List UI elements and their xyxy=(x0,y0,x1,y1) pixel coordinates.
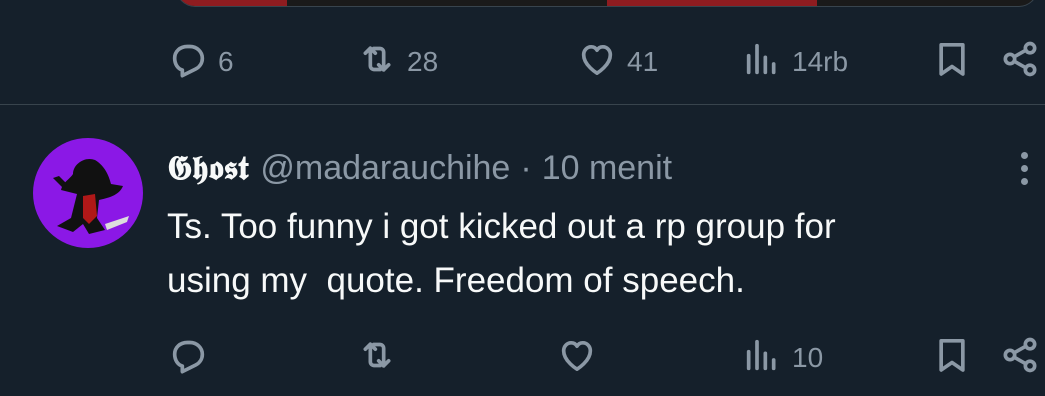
tweet-action-bar: 10 xyxy=(0,328,1045,388)
tweet-divider xyxy=(0,104,1045,105)
reply-button[interactable] xyxy=(168,328,218,388)
heart-icon xyxy=(577,39,617,86)
retweet-button[interactable] xyxy=(357,328,407,388)
display-name[interactable]: 𝕲𝖍𝖔𝖘𝖙 xyxy=(167,148,248,188)
like-button[interactable]: 41 xyxy=(577,32,658,92)
tweet-text: Ts. Too funny i got kicked out a rp grou… xyxy=(167,207,836,300)
views-icon xyxy=(742,39,782,86)
username-handle[interactable]: @madarauchihe xyxy=(260,149,510,188)
reply-count: 6 xyxy=(218,46,234,77)
views-icon xyxy=(742,335,782,382)
avatar[interactable] xyxy=(33,138,143,248)
bookmark-icon xyxy=(932,335,972,382)
previous-tweet-media[interactable] xyxy=(176,0,1038,7)
retweet-icon xyxy=(357,39,397,86)
reply-button[interactable]: 6 xyxy=(168,32,234,92)
share-button[interactable] xyxy=(1000,32,1040,92)
tweet-header: 𝕲𝖍𝖔𝖘𝖙 @madarauchihe · 10 menit xyxy=(167,146,672,190)
more-dot-icon xyxy=(1020,151,1028,159)
bookmark-icon xyxy=(932,39,972,86)
views-count: 14rb xyxy=(792,46,849,77)
retweet-icon xyxy=(357,335,397,382)
previous-tweet-action-bar: 6 28 41 14rb xyxy=(0,32,1045,92)
like-button[interactable] xyxy=(557,328,607,388)
bookmark-button[interactable] xyxy=(932,328,972,388)
like-count: 41 xyxy=(627,46,659,77)
views-button[interactable]: 14rb xyxy=(742,32,848,92)
reply-icon xyxy=(168,335,208,382)
timestamp[interactable]: 10 menit xyxy=(542,149,672,188)
reply-icon xyxy=(168,39,208,86)
heart-icon xyxy=(557,335,597,382)
retweet-button[interactable]: 28 xyxy=(357,32,438,92)
more-dot-icon xyxy=(1020,177,1028,185)
views-button[interactable]: 10 xyxy=(742,328,823,388)
separator-dot: · xyxy=(520,148,532,187)
share-icon xyxy=(1000,39,1040,86)
share-button[interactable] xyxy=(1000,328,1040,388)
retweet-count: 28 xyxy=(407,46,439,77)
share-icon xyxy=(1000,335,1040,382)
bookmark-button[interactable] xyxy=(932,32,972,92)
views-count: 10 xyxy=(792,342,824,373)
more-options-button[interactable] xyxy=(1010,146,1038,190)
more-dot-icon xyxy=(1020,164,1028,172)
